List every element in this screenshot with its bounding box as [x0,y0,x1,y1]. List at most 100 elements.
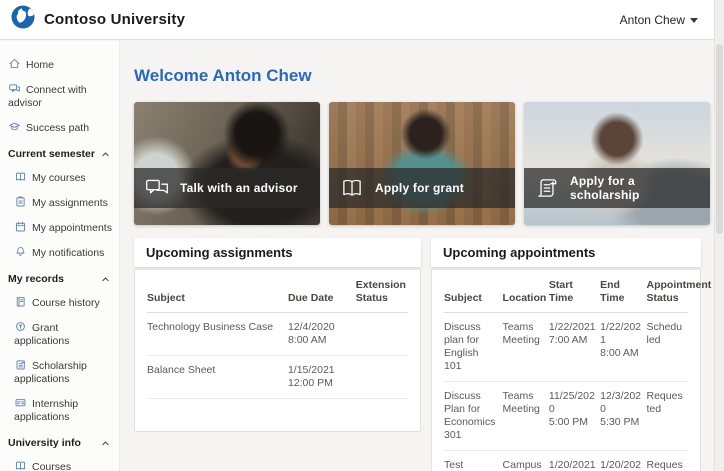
cell-subject: Discuss plan for English 101 [444,313,503,382]
cell-appointment-status: Requested [647,382,689,451]
column-header-appointment-status: Appointment Status [647,270,689,313]
sidebar-item-success-path[interactable]: Success path [8,120,113,135]
cell-end-time: 1/20/2021 12:30 PM [600,451,646,471]
chat-bubbles-icon [144,175,170,201]
sidebar-item-label: Home [26,59,54,71]
cell-location: Teams Meeting [503,313,549,382]
appointments-title: Upcoming appointments [431,238,701,267]
sidebar-section-university-info[interactable]: University info [8,437,113,449]
cell-subject: Balance Sheet [147,356,288,399]
sidebar-item-my-appointments[interactable]: My appointments [14,220,113,235]
table-row[interactable]: Discuss Plan for Economics 301 Teams Mee… [444,382,688,451]
card-label: Talk with an advisor [180,181,298,195]
card-talk-with-advisor[interactable]: Talk with an advisor [134,102,320,225]
cell-end-time: 12/3/2020 5:30 PM [600,382,646,451]
sidebar-item-label: Course history [32,297,100,309]
sidebar-item-label: My appointments [32,222,112,234]
sidebar-item-label: Success path [26,122,89,134]
sidebar-item-connect-with-advisor[interactable]: Connect with advisor [8,82,113,110]
book-icon [14,170,27,183]
clipboard-icon [14,195,27,208]
scroll-icon [14,358,27,371]
card-label: Apply for a scholarship [570,174,700,202]
chat-icon [8,82,21,95]
card-label-band: Talk with an advisor [134,168,320,208]
main-content: Welcome Anton Chew Talk with an advisor … [121,41,714,471]
sidebar-item-my-courses[interactable]: My courses [14,170,113,185]
cell-start-time: 1/22/2021 7:00 AM [549,313,600,382]
table-row[interactable]: Test Appointment Campus 1/20/2021 12:00 … [444,451,688,471]
sidebar-item-internship-applications[interactable]: Internship applications [14,396,113,424]
sidebar-item-scholarship-applications[interactable]: Scholarship applications [14,358,113,386]
column-header-subject: Subject [147,270,288,313]
calendar-icon [14,220,27,233]
card-apply-for-grant[interactable]: Apply for grant [329,102,515,225]
id-card-icon [14,396,27,409]
column-header-subject: Subject [444,270,503,313]
sidebar-item-home[interactable]: Home [8,57,113,72]
column-header-due-date: Due Date [288,270,356,313]
card-label-band: Apply for grant [329,168,515,208]
welcome-heading: Welcome Anton Chew [134,66,714,86]
sidebar-item-courses[interactable]: Courses [14,459,113,471]
sidebar-nav: Home Connect with advisor Success path C… [0,41,120,471]
vertical-scrollbar-thumb[interactable] [716,44,723,234]
assignments-table: Subject Due Date Extension Status Techno… [134,269,421,432]
chevron-up-icon [101,439,110,448]
table-row[interactable]: Discuss plan for English 101 Teams Meeti… [444,313,688,382]
sidebar-item-my-assignments[interactable]: My assignments [14,195,113,210]
sidebar-item-label: Courses [32,461,71,471]
cell-start-time: 1/20/2021 12:00 PM [549,451,600,471]
notebook-icon [14,295,27,308]
user-name: Anton Chew [620,13,685,27]
sidebar-item-course-history[interactable]: Course history [14,295,113,310]
sidebar-item-label: My notifications [32,247,104,259]
assignments-title: Upcoming assignments [134,238,421,267]
chevron-up-icon [101,150,110,159]
brand-home-link[interactable]: Contoso University [10,4,185,35]
sidebar-item-label: My courses [32,172,86,184]
chevron-up-icon [101,275,110,284]
open-book-icon [339,175,365,201]
upcoming-appointments-card: Upcoming appointments Subject Location S… [431,238,701,471]
card-apply-for-scholarship[interactable]: Apply for a scholarship [524,102,710,225]
vertical-scrollbar[interactable] [714,0,724,471]
cell-subject: Technology Business Case [147,313,288,356]
column-header-start-time: Start Time [549,270,600,313]
cell-location: Campus [503,451,549,471]
sidebar-section-current-semester[interactable]: Current semester [8,148,113,160]
cell-due-date: 12/4/2020 8:00 AM [288,313,356,356]
section-title: My records [8,273,64,285]
app-title: Contoso University [44,11,185,28]
cell-location: Teams Meeting [503,382,549,451]
book-icon [14,459,27,471]
action-cards: Talk with an advisor Apply for grant App… [134,102,714,225]
cell-extension-status [356,356,408,399]
appointments-table: Subject Location Start Time End Time App… [431,269,701,471]
cell-extension-status [356,313,408,356]
sidebar-item-grant-applications[interactable]: Grant applications [14,320,113,348]
cell-start-time: 11/25/2020 5:00 PM [549,382,600,451]
sidebar-section-my-records[interactable]: My records [8,273,113,285]
section-title: University info [8,437,81,449]
cell-appointment-status: Scheduled [647,313,689,382]
cell-subject: Test Appointment [444,451,503,471]
scroll-icon [534,175,560,201]
column-header-end-time: End Time [600,270,646,313]
column-header-location: Location [503,270,549,313]
card-label-band: Apply for a scholarship [524,168,710,208]
sidebar-item-my-notifications[interactable]: My notifications [14,245,113,260]
graduation-cap-icon [8,120,21,133]
cell-appointment-status: Requested [647,451,689,471]
home-icon [8,57,21,70]
bell-icon [14,245,27,258]
caret-down-icon [690,18,698,23]
coin-icon [14,320,27,333]
cell-end-time: 1/22/2021 8:00 AM [600,313,646,382]
table-row[interactable]: Technology Business Case 12/4/2020 8:00 … [147,313,408,356]
cell-subject: Discuss Plan for Economics 301 [444,382,503,451]
user-menu[interactable]: Anton Chew [620,13,698,27]
section-title: Current semester [8,148,95,160]
column-header-extension-status: Extension Status [356,270,408,313]
table-row[interactable]: Balance Sheet 1/15/2021 12:00 PM [147,356,408,399]
